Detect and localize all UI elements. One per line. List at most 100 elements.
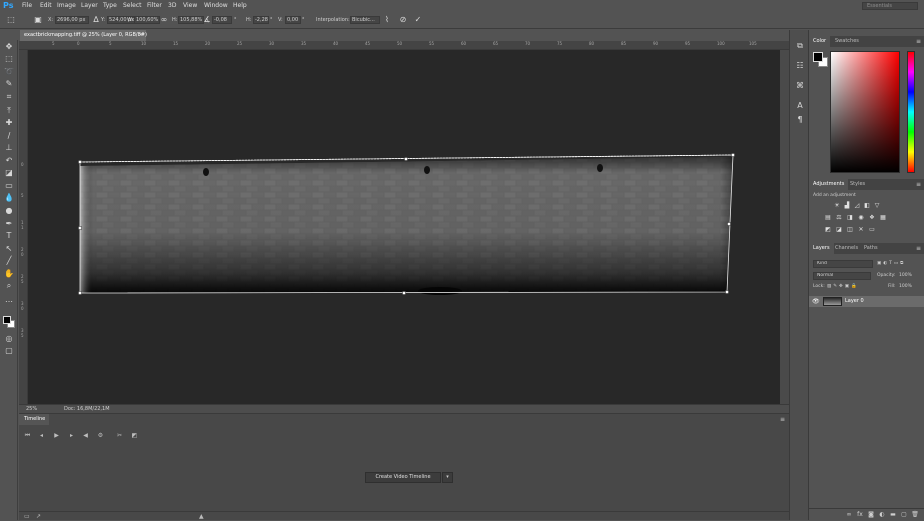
vertical-scrollbar[interactable] bbox=[780, 50, 789, 404]
render-icon[interactable]: ↗ bbox=[36, 513, 41, 520]
settings-icon[interactable]: ⚙ bbox=[96, 432, 105, 440]
type-tool-icon[interactable]: T bbox=[3, 231, 15, 241]
tab-styles[interactable]: Styles bbox=[846, 179, 869, 190]
menu-view[interactable]: View bbox=[183, 2, 197, 9]
create-video-timeline-button[interactable]: Create Video Timeline bbox=[365, 472, 441, 483]
menu-edit[interactable]: Edit bbox=[40, 2, 52, 9]
menu-file[interactable]: File bbox=[22, 2, 32, 9]
character-panel-icon[interactable]: A bbox=[794, 100, 806, 111]
tab-color[interactable]: Color bbox=[809, 36, 831, 47]
menu-type[interactable]: Type bbox=[103, 2, 117, 9]
menu-image[interactable]: Image bbox=[57, 2, 76, 9]
canvas-area[interactable] bbox=[28, 50, 780, 404]
cancel-transform-icon[interactable]: ⊘ bbox=[398, 15, 408, 25]
gradient-map-icon[interactable]: ▭ bbox=[868, 226, 876, 233]
visibility-eye-icon[interactable]: 👁 bbox=[812, 297, 820, 306]
document-tab[interactable]: exactbrickmapping.tiff @ 25% (Layer 0, R… bbox=[20, 30, 147, 41]
gradient-tool-icon[interactable]: ▭ bbox=[3, 181, 15, 191]
panel-menu-icon[interactable]: ≡ bbox=[916, 243, 921, 254]
zoom-tool-icon[interactable]: ⌕ bbox=[3, 281, 15, 291]
transition-icon[interactable]: ◩ bbox=[130, 432, 139, 440]
pen-tool-icon[interactable]: ✒ bbox=[3, 219, 15, 229]
history-brush-tool-icon[interactable]: ↶ bbox=[3, 156, 15, 166]
close-tab-icon[interactable]: × bbox=[139, 30, 143, 41]
menu-layer[interactable]: Layer bbox=[81, 2, 98, 9]
timeline-tab[interactable]: Timeline bbox=[19, 414, 49, 425]
foreground-color-swatch[interactable] bbox=[813, 52, 823, 62]
blend-mode-select[interactable]: Normal bbox=[813, 272, 871, 280]
menu-3d[interactable]: 3D bbox=[168, 2, 176, 9]
menu-help[interactable]: Help bbox=[233, 2, 247, 9]
threshold-icon[interactable]: ◫ bbox=[846, 226, 854, 233]
link-icon[interactable]: ∞ bbox=[159, 15, 169, 25]
split-scissors-icon[interactable]: ✂ bbox=[115, 432, 124, 440]
previous-frame-icon[interactable]: ◂ bbox=[37, 432, 46, 440]
hue-slider[interactable] bbox=[907, 51, 915, 173]
layer-row[interactable]: 👁 Layer 0 bbox=[809, 296, 924, 307]
tab-paths[interactable]: Paths bbox=[860, 243, 882, 254]
channel-mixer-icon[interactable]: ❖ bbox=[868, 214, 876, 221]
eraser-tool-icon[interactable]: ◪ bbox=[3, 168, 15, 178]
layer-name[interactable]: Layer 0 bbox=[845, 296, 864, 307]
healing-brush-tool-icon[interactable]: ✚ bbox=[3, 118, 15, 128]
invert-icon[interactable]: ◩ bbox=[824, 226, 832, 233]
panel-menu-icon[interactable]: ≡ bbox=[780, 416, 785, 423]
delete-layer-icon[interactable]: 🗑 bbox=[911, 511, 919, 519]
photo-filter-icon[interactable]: ◉ bbox=[857, 214, 865, 221]
hue-saturation-icon[interactable]: ▤ bbox=[824, 214, 832, 221]
panel-menu-icon[interactable]: ≡ bbox=[916, 36, 921, 47]
tab-adjustments[interactable]: Adjustments bbox=[809, 179, 849, 190]
posterize-icon[interactable]: ◪ bbox=[835, 226, 843, 233]
next-frame-icon[interactable]: ▸ bbox=[67, 432, 76, 440]
color-lookup-icon[interactable]: ▦ bbox=[879, 214, 887, 221]
reference-point-icon[interactable]: ▣ bbox=[33, 15, 43, 25]
vibrance-icon[interactable]: ▽ bbox=[873, 202, 881, 209]
menu-select[interactable]: Select bbox=[123, 2, 142, 9]
go-to-first-frame-icon[interactable]: ⏮ bbox=[23, 432, 32, 440]
curves-icon[interactable]: ◿ bbox=[853, 202, 861, 209]
quick-select-tool-icon[interactable]: ✎ bbox=[3, 79, 15, 89]
brush-panel-icon[interactable]: ⌘ bbox=[794, 80, 806, 91]
foreground-color-swatch[interactable] bbox=[3, 316, 11, 324]
history-panel-icon[interactable]: ⧉ bbox=[794, 40, 806, 51]
marquee-tool-icon[interactable]: ⬚ bbox=[3, 54, 15, 64]
eyedropper-tool-icon[interactable]: ⤒ bbox=[3, 106, 15, 116]
fill-value[interactable]: 100% bbox=[899, 283, 912, 291]
convert-icon[interactable]: ▭ bbox=[24, 513, 30, 520]
layer-style-icon[interactable]: fx bbox=[856, 511, 864, 519]
selective-color-icon[interactable]: ✕ bbox=[857, 226, 865, 233]
zoom-level[interactable]: 25% bbox=[26, 406, 37, 412]
path-selection-tool-icon[interactable]: ↖ bbox=[3, 244, 15, 254]
brightness-icon[interactable]: ☀ bbox=[833, 202, 841, 209]
hand-tool-icon[interactable]: ✋ bbox=[3, 269, 15, 279]
quick-mask-icon[interactable]: ◎ bbox=[3, 334, 15, 344]
add-mask-icon[interactable]: ◙ bbox=[867, 511, 875, 519]
opacity-value[interactable]: 100% bbox=[899, 272, 912, 280]
filter-icons[interactable]: ▣◐T▭⧉ bbox=[877, 260, 905, 268]
lasso-tool-icon[interactable]: ➰ bbox=[3, 67, 15, 77]
menu-filter[interactable]: Filter bbox=[147, 2, 162, 9]
audio-icon[interactable]: ◀ bbox=[81, 432, 90, 440]
workspace-search-field[interactable]: Essentials bbox=[862, 2, 918, 10]
layer-kind-filter[interactable]: Kind bbox=[813, 260, 873, 268]
blur-tool-icon[interactable]: 💧 bbox=[3, 193, 15, 203]
play-icon[interactable]: ▶ bbox=[52, 432, 61, 440]
tab-layers[interactable]: Layers bbox=[809, 243, 834, 254]
levels-icon[interactable]: ▟ bbox=[843, 202, 851, 209]
tab-channels[interactable]: Channels bbox=[831, 243, 862, 254]
commit-transform-icon[interactable]: ✓ bbox=[413, 15, 423, 25]
brush-tool-icon[interactable]: ∕ bbox=[3, 131, 15, 141]
screen-mode-icon[interactable]: ▢ bbox=[3, 346, 15, 356]
transform-tool-icon[interactable]: ⬚ bbox=[6, 15, 16, 25]
properties-panel-icon[interactable]: ☷ bbox=[794, 60, 806, 71]
lock-icons[interactable]: ▨✎✥▣🔒 bbox=[827, 283, 859, 291]
relative-position-icon[interactable]: ∆ bbox=[91, 15, 101, 25]
paragraph-panel-icon[interactable]: ¶ bbox=[794, 114, 806, 125]
color-picker-field[interactable] bbox=[830, 51, 900, 173]
document-size[interactable]: Doc: 16,8M/22,1M bbox=[64, 406, 110, 412]
adjustment-layer-icon[interactable]: ◐ bbox=[878, 511, 886, 519]
more-tools-icon[interactable]: … bbox=[3, 295, 15, 305]
panel-menu-icon[interactable]: ≡ bbox=[916, 179, 921, 190]
black-white-icon[interactable]: ◨ bbox=[846, 214, 854, 221]
move-tool-icon[interactable]: ✥ bbox=[3, 42, 15, 52]
